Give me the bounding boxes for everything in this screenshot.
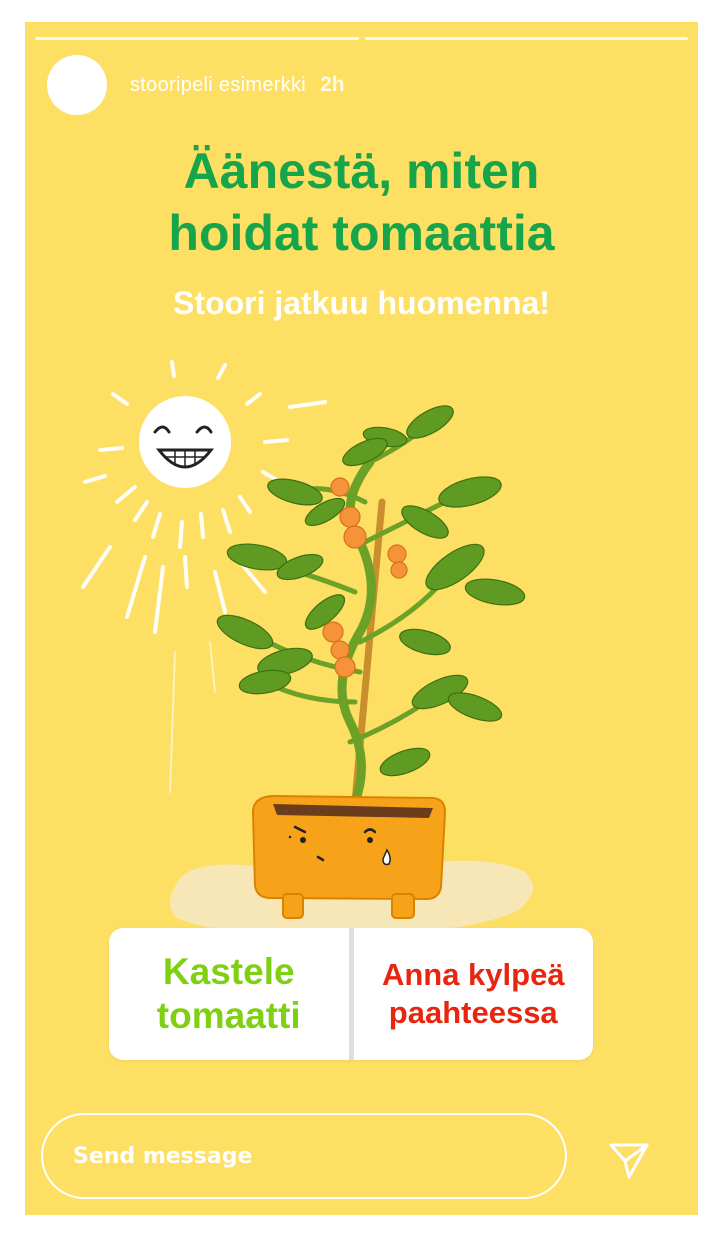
title-line: Äänestä, miten [183,143,540,199]
poll-option-label: Kastele [162,951,295,992]
smiling-sun-icon [139,396,231,488]
poll-option-water[interactable]: Kastele tomaatti [109,928,349,1060]
story-header: stooripeli esimerkki 2h [47,55,345,115]
poll-option-sunbathe[interactable]: Anna kylpeä paahteessa [354,928,594,1060]
story-progress-bar [35,37,688,41]
paper-plane-icon[interactable] [608,1139,650,1181]
poll-option-label: tomaatti [156,995,301,1036]
username[interactable]: stooripeli esimerkki [130,74,306,97]
avatar[interactable] [47,55,107,115]
send-message-input[interactable] [71,1142,515,1170]
progress-segment [35,37,359,40]
tomato-plant-illustration [81,360,533,933]
story-title: Äänestä, miten hoidat tomaattia [25,140,698,264]
message-composer[interactable] [41,1113,567,1199]
progress-segment [364,37,688,40]
post-time: 2h [320,73,345,96]
poll-option-label: Anna kylpeä [381,957,565,992]
title-line: hoidat tomaattia [168,205,555,261]
poll-option-label: paahteessa [388,995,558,1030]
story-card[interactable]: stooripeli esimerkki 2h Äänestä, miten h… [25,22,698,1215]
poll-sticker: Kastele tomaatti Anna kylpeä paahteessa [109,928,593,1060]
story-subtitle: Stoori jatkuu huomenna! [173,285,550,321]
